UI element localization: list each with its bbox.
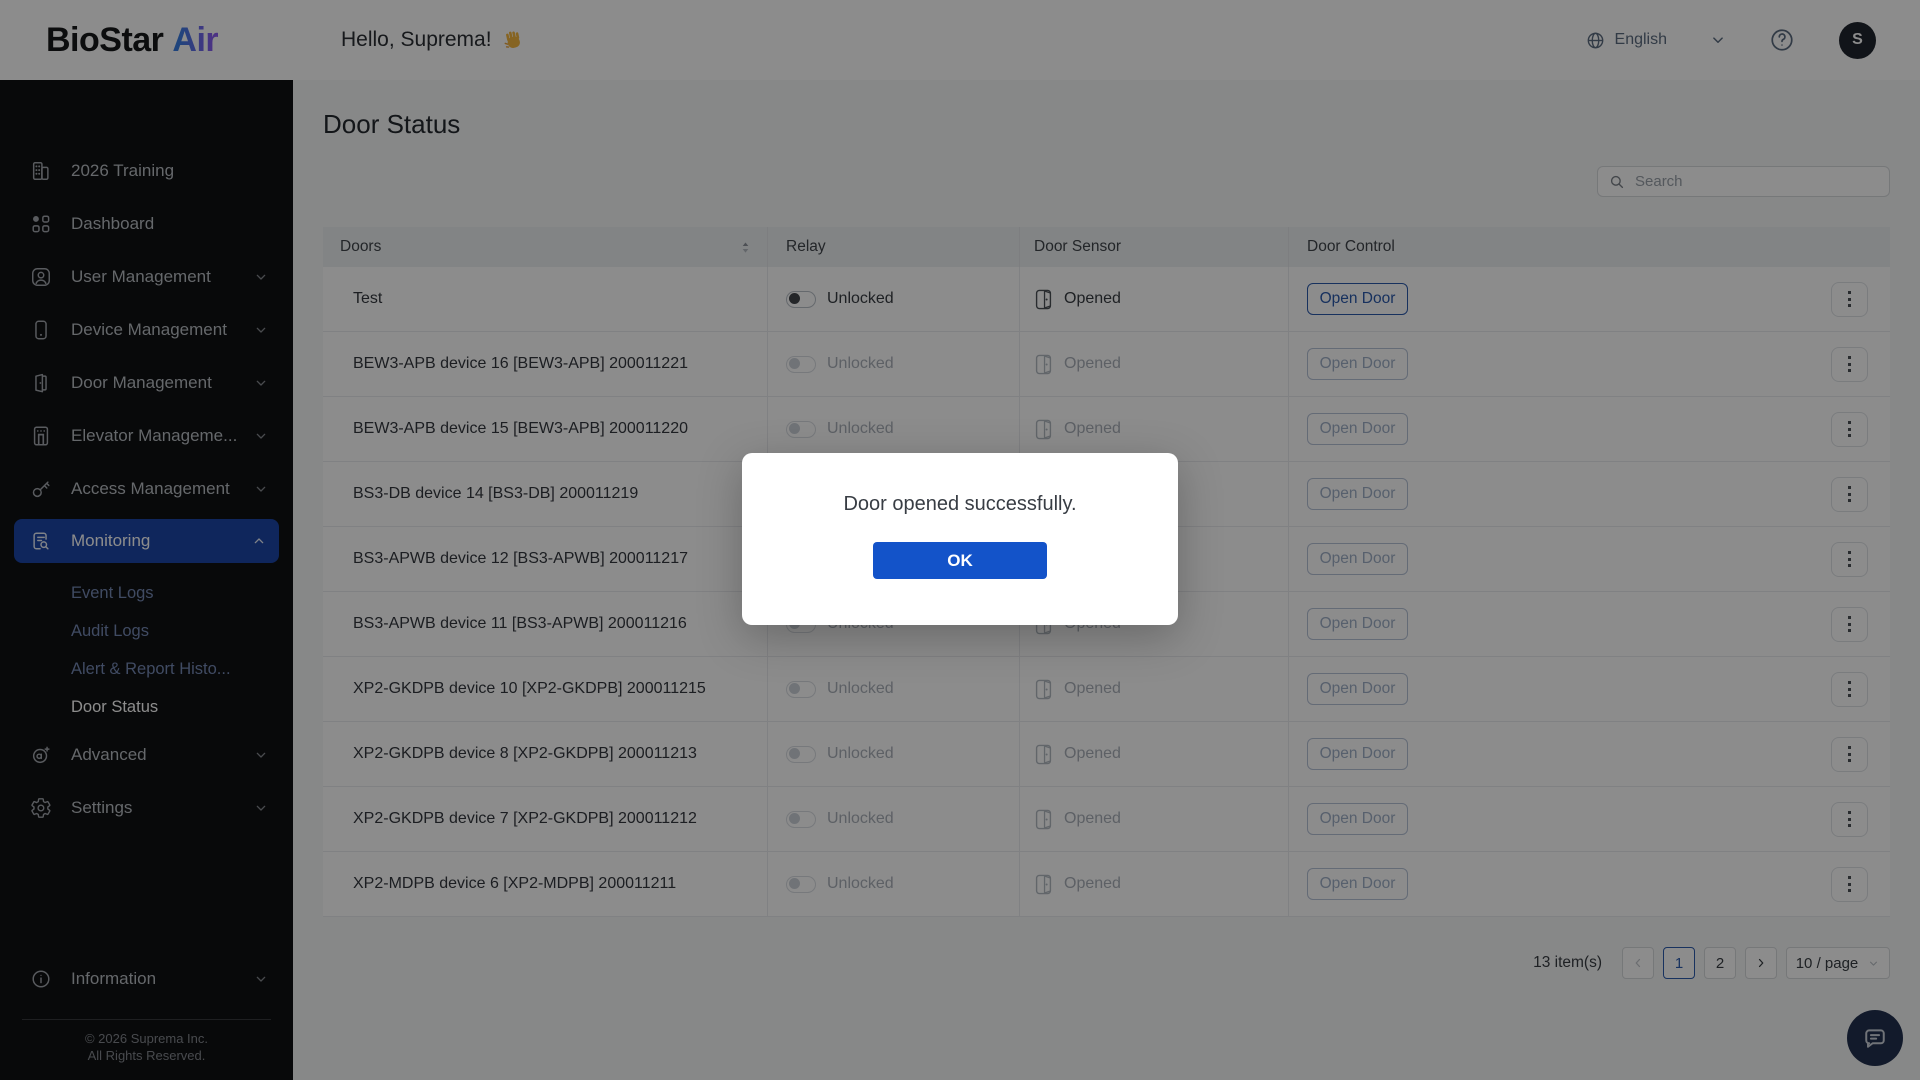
ok-button[interactable]: OK (873, 542, 1047, 579)
confirmation-dialog: Door opened successfully. OK (742, 453, 1178, 625)
dialog-message: Door opened successfully. (843, 493, 1076, 516)
